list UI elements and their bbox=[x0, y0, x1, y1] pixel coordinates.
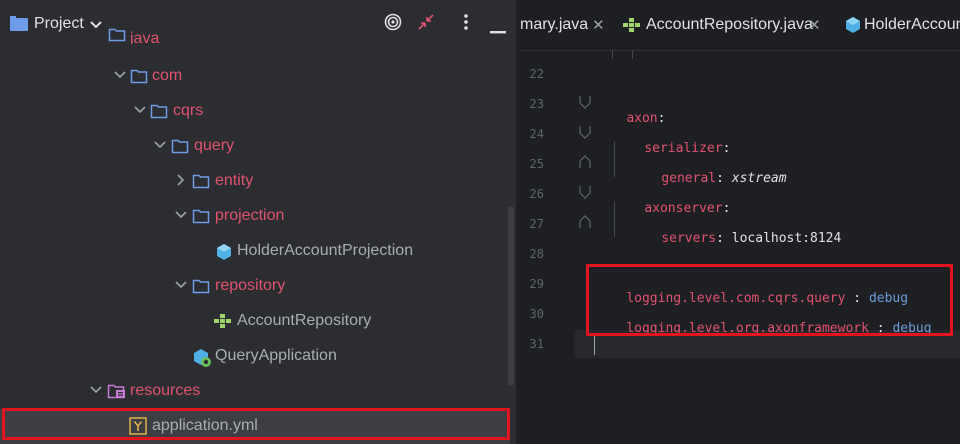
tree-item-holderaccountprojection[interactable]: HolderAccountProjection bbox=[0, 234, 510, 269]
code-line-23: axon: bbox=[626, 111, 666, 126]
code-line-24: serializer: bbox=[644, 141, 731, 156]
package-icon bbox=[130, 68, 148, 84]
package-icon bbox=[192, 173, 210, 189]
class-icon bbox=[215, 243, 233, 260]
close-icon[interactable]: ✕ bbox=[808, 16, 821, 34]
code-line-26: axonserver: bbox=[644, 201, 731, 216]
interface-icon bbox=[213, 313, 231, 329]
tab-holderaccount[interactable]: HolderAccoun bbox=[840, 0, 960, 50]
highlight-box-application-yml bbox=[2, 408, 510, 440]
tree-item-repository[interactable]: repository bbox=[0, 269, 510, 304]
tree-item-queryapplication[interactable]: QueryApplication bbox=[0, 339, 510, 374]
editor-tab-bar: mary.java ✕ AccountRepository.java ✕ Hol… bbox=[518, 0, 960, 51]
folder-icon bbox=[108, 26, 126, 42]
package-icon bbox=[150, 103, 168, 119]
line-number: 31 bbox=[529, 337, 544, 351]
tree-item-com[interactable]: com bbox=[0, 59, 510, 94]
package-icon bbox=[192, 278, 210, 294]
spring-boot-class-icon bbox=[192, 348, 211, 367]
tree-item-projection[interactable]: projection bbox=[0, 199, 510, 234]
editor-gutter: 22 23 24 25 26 27 28 29 30 31 bbox=[518, 51, 591, 444]
chevron-down-icon[interactable] bbox=[89, 383, 103, 397]
tree-item-accountrepository[interactable]: AccountRepository bbox=[0, 304, 510, 339]
line-number: 28 bbox=[529, 247, 544, 261]
package-icon bbox=[171, 138, 189, 154]
indent-guide bbox=[612, 51, 613, 59]
tree-scrollbar[interactable] bbox=[508, 206, 514, 386]
line-number: 24 bbox=[529, 127, 544, 141]
highlight-box-logging-config bbox=[586, 264, 953, 336]
code-editor[interactable]: axon: serializer: general: xstream axons… bbox=[574, 51, 960, 444]
code-line-27: servers: localhost:8124 bbox=[661, 231, 842, 246]
tree-item-cqrs[interactable]: cqrs bbox=[0, 94, 510, 129]
text-caret bbox=[594, 333, 595, 355]
interface-icon bbox=[622, 17, 642, 38]
line-number: 26 bbox=[529, 187, 544, 201]
line-number: 30 bbox=[529, 307, 544, 321]
line-number: 25 bbox=[529, 157, 544, 171]
tree-item-query[interactable]: query bbox=[0, 129, 510, 164]
tree-item-resources[interactable]: resources bbox=[0, 374, 510, 409]
tab-summary-java[interactable]: mary.java ✕ bbox=[518, 0, 608, 50]
close-icon[interactable]: ✕ bbox=[592, 16, 605, 34]
chevron-right-icon[interactable] bbox=[174, 173, 188, 187]
chevron-down-icon[interactable] bbox=[174, 208, 188, 222]
line-number: 22 bbox=[529, 67, 544, 81]
code-line-25: general: xstream bbox=[661, 171, 787, 186]
line-number: 29 bbox=[529, 277, 544, 291]
tab-accountrepository-java[interactable]: AccountRepository.java ✕ bbox=[618, 0, 832, 50]
tree-item-java[interactable]: java bbox=[0, 26, 510, 44]
line-number: 27 bbox=[529, 217, 544, 231]
class-icon bbox=[844, 16, 862, 39]
resources-folder-icon bbox=[107, 383, 125, 399]
line-number: 23 bbox=[529, 97, 544, 111]
chevron-down-icon[interactable] bbox=[133, 103, 147, 117]
tree-item-entity[interactable]: entity bbox=[0, 164, 510, 199]
project-panel: Project java com cqrs query entity proje… bbox=[0, 0, 516, 444]
chevron-down-icon[interactable] bbox=[113, 68, 127, 82]
chevron-down-icon[interactable] bbox=[174, 278, 188, 292]
package-icon bbox=[192, 208, 210, 224]
chevron-down-icon[interactable] bbox=[153, 138, 167, 152]
indent-guide bbox=[632, 51, 633, 59]
